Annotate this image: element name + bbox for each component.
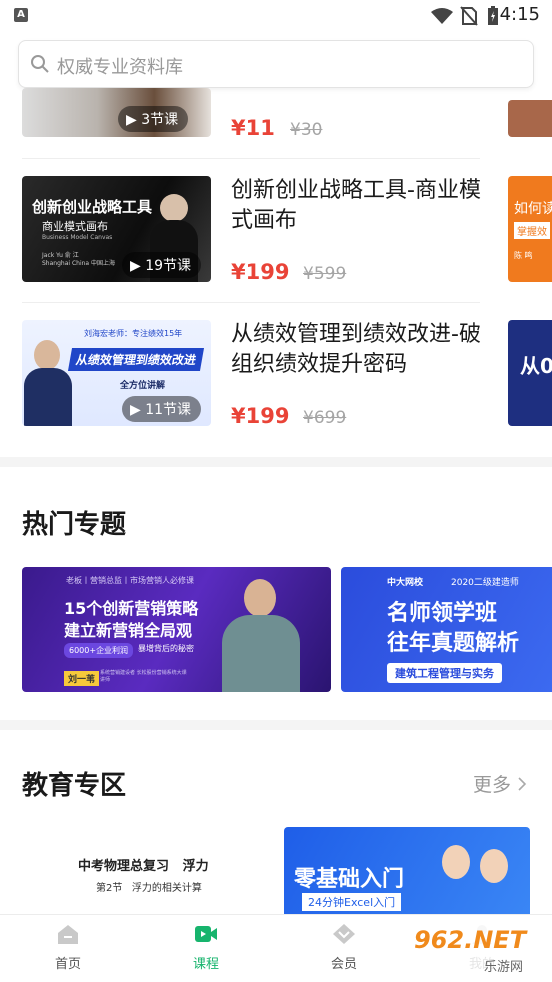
lesson-count-badge: ▶ 3节课 [118, 106, 189, 132]
chevron-right-icon [518, 777, 527, 791]
topic-banner-construction[interactable]: 中大网校 2020二级建造师 名师领学班 往年真题解析 建筑工程管理与实务 [341, 567, 552, 692]
video-icon [195, 926, 217, 942]
course-title: 从绩效管理到绩效改进-破组织绩效提升密码 [231, 322, 481, 377]
tab-membership[interactable]: 会员 [304, 923, 384, 972]
course-price: ¥11 [231, 116, 275, 140]
instructor-photo [244, 579, 276, 617]
course-original-price: ¥699 [303, 408, 347, 428]
section-title-education: 教育专区 [22, 771, 127, 801]
side-thumbnail[interactable]: 从0 [508, 320, 552, 426]
lesson-count-badge: ▶ 19节课 [122, 252, 202, 278]
lesson-count-badge: ▶ 11节课 [122, 396, 202, 422]
course-thumbnail: 刘海宏老师：专注绩效15年 从绩效管理到绩效改进 全方位讲解 ▶ 11节课 [22, 320, 211, 426]
side-thumbnail[interactable]: 如何读 掌握效 陈 鸣 [508, 176, 552, 282]
course-original-price: ¥30 [290, 120, 323, 140]
tab-home[interactable]: 首页 [28, 923, 108, 972]
search-bar[interactable]: 权威专业资料库 [18, 40, 534, 88]
search-icon [31, 55, 49, 73]
status-bar: A 4:15 [0, 0, 552, 30]
section-gap [0, 720, 552, 730]
topic-banner-marketing[interactable]: 老板丨营销总监丨市场营销人必修课 15个创新营销策略 建立新营销全局观 6000… [22, 567, 331, 692]
course-original-price: ¥599 [303, 264, 347, 284]
divider [22, 158, 480, 159]
course-thumbnail: ▶ 3节课 [22, 88, 211, 137]
diamond-icon [333, 924, 355, 944]
course-item[interactable]: 创新创业战略工具 商业模式画布 Business Model Canvas Ja… [22, 176, 481, 286]
status-time: 4:15 [499, 4, 540, 25]
course-price: ¥199 [231, 260, 290, 284]
instructor-photo [160, 194, 188, 222]
education-card-excel[interactable]: 零基础入门 24分钟Excel入门 [284, 827, 530, 915]
side-thumbnail[interactable] [508, 100, 552, 137]
app-notification-icon: A [14, 8, 28, 22]
battery-icon [488, 6, 498, 25]
course-item[interactable]: ▶ 3节课 ¥11 ¥30 [22, 88, 480, 158]
course-title: 创新创业战略工具-商业模式画布 [231, 178, 481, 233]
course-item[interactable]: 刘海宏老师：专注绩效15年 从绩效管理到绩效改进 全方位讲解 ▶ 11节课 从绩… [22, 320, 481, 430]
course-thumbnail: 创新创业战略工具 商业模式画布 Business Model Canvas Ja… [22, 176, 211, 282]
tab-courses[interactable]: 课程 [166, 923, 246, 972]
divider [22, 302, 480, 303]
search-placeholder: 权威专业资料库 [57, 57, 183, 78]
course-price: ¥199 [231, 404, 290, 428]
section-title-hot-topics: 热门专题 [22, 510, 127, 540]
wifi-icon [431, 8, 453, 24]
no-sim-icon [460, 6, 478, 26]
education-card-physics[interactable]: 中考物理总复习 浮力 第2节 浮力的相关计算 [22, 827, 274, 915]
section-gap [0, 457, 552, 467]
instructor-photo [34, 340, 60, 370]
home-icon [58, 925, 78, 944]
more-link[interactable]: 更多 [473, 770, 528, 797]
watermark: 962.NET 乐游网 [406, 922, 546, 976]
